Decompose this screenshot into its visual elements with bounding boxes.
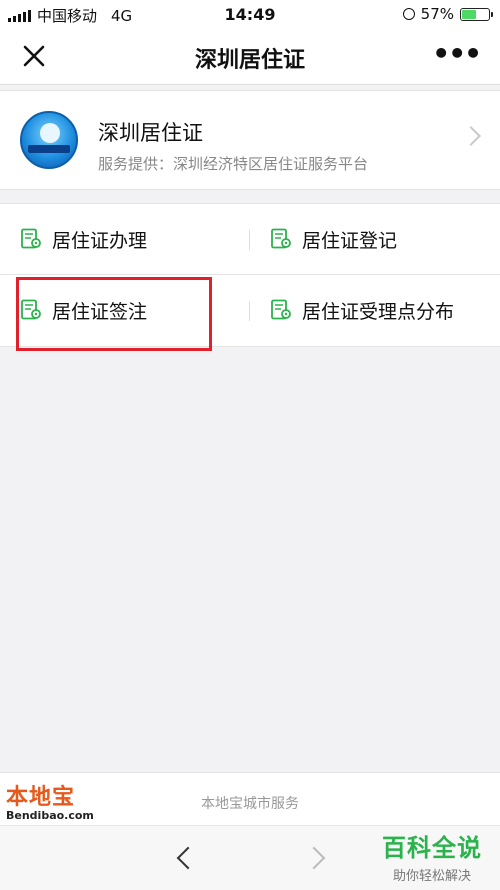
footer: 本地宝 Bendibao.com 本地宝城市服务: [0, 772, 500, 825]
service-name: 深圳居住证: [98, 121, 203, 145]
document-location-icon: [21, 228, 41, 249]
battery-fill: [462, 9, 477, 19]
forward-arrow-icon[interactable]: [302, 846, 326, 870]
menu-item-label: 居住证办理: [52, 229, 148, 252]
logo-band: [28, 145, 70, 153]
status-bar: 中国移动 4G 14:49 57%: [0, 0, 500, 30]
nav-bar: 深圳居住证 •••: [0, 30, 500, 85]
service-provider: 服务提供：深圳经济特区居住证服务平台: [98, 155, 369, 173]
watermark-title: 百科全说: [382, 834, 482, 862]
watermark-subtitle: 助你轻松解决: [392, 869, 471, 884]
menu-item-label: 居住证登记: [302, 229, 398, 252]
menu-item-label: 居住证受理点分布: [302, 300, 455, 323]
battery-percent: 57%: [420, 5, 454, 23]
chevron-right-icon: [461, 126, 481, 146]
service-footer-text: 本地宝城市服务: [201, 796, 299, 812]
page-title: 深圳居住证: [194, 48, 305, 73]
document-location-icon: [271, 299, 291, 320]
menu-item-acceptance-points[interactable]: 居住证受理点分布: [270, 275, 454, 345]
menu-item-residence-register[interactable]: 居住证登记: [270, 204, 397, 274]
document-location-icon: [271, 228, 291, 249]
battery-icon: [460, 7, 493, 21]
mascot-face: [40, 123, 60, 143]
status-right: 57%: [402, 5, 493, 23]
more-icon[interactable]: •••: [432, 40, 482, 68]
divider: [249, 230, 250, 250]
back-arrow-icon[interactable]: [176, 846, 200, 870]
watermark: 百科全说 助你轻松解决: [376, 828, 488, 884]
service-logo: [20, 111, 78, 169]
highlight-box: [16, 277, 212, 351]
rotation-lock-icon: [402, 8, 415, 20]
menu-item-residence-apply[interactable]: 居住证办理: [20, 204, 147, 274]
service-card[interactable]: 深圳居住证 服务提供：深圳经济特区居住证服务平台: [0, 90, 500, 190]
divider: [249, 301, 250, 321]
menu-row: 居住证办理 居住证登记: [0, 204, 500, 275]
